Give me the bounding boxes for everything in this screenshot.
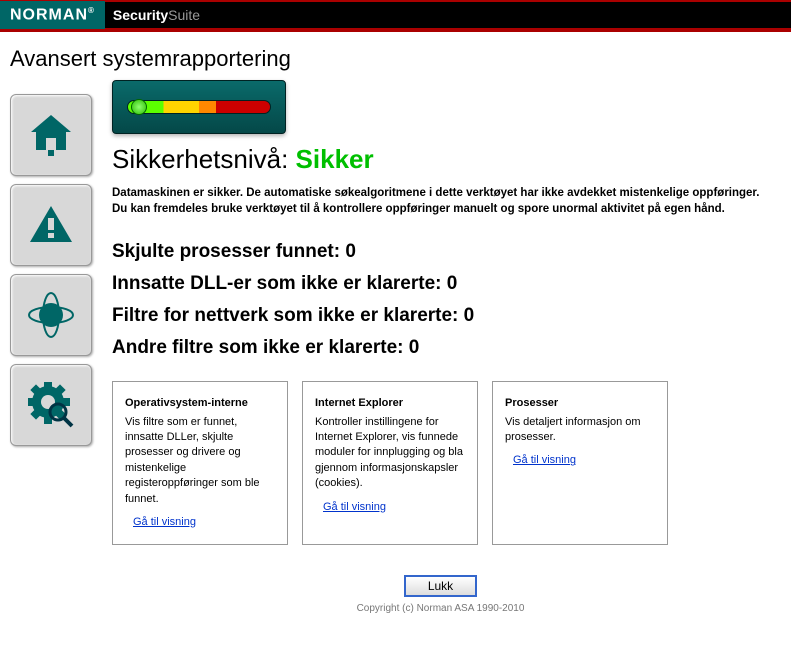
nav-network-button[interactable] <box>10 274 92 356</box>
stat-other-filters: Andre filtre som ikke er klarerte: 0 <box>112 337 769 359</box>
warning-icon <box>26 200 76 250</box>
main-content: Sikkerhetsnivå: Sikker Datamaskinen er s… <box>100 80 781 614</box>
sidebar <box>10 80 100 614</box>
footer: Lukk Copyright (c) Norman ASA 1990-2010 <box>112 575 769 614</box>
cards-row: Operativsystem-interne Vis filtre som er… <box>112 381 769 545</box>
security-level-label: Sikkerhetsnivå: <box>112 144 288 174</box>
stat-hidden-processes: Skjulte prosesser funnet: 0 <box>112 241 769 263</box>
security-level-status: Sikker <box>296 144 374 174</box>
home-icon <box>26 110 76 160</box>
security-description: Datamaskinen er sikker. De automatiske s… <box>112 185 769 217</box>
card-body: Vis detaljert informasjon om prosesser. <box>505 415 655 446</box>
nav-settings-button[interactable] <box>10 364 92 446</box>
card-os-internals: Operativsystem-interne Vis filtre som er… <box>112 381 288 545</box>
stats-list: Skjulte prosesser funnet: 0 Innsatte DLL… <box>112 241 769 359</box>
page-title: Avansert systemrapportering <box>0 32 791 80</box>
copyright-text: Copyright (c) Norman ASA 1990-2010 <box>112 603 769 614</box>
card-link-ie[interactable]: Gå til visning <box>323 500 386 515</box>
card-link-processes[interactable]: Gå til visning <box>513 453 576 468</box>
close-button[interactable]: Lukk <box>404 575 477 597</box>
product-name: SecuritySuite <box>105 7 200 23</box>
stat-untrusted-dlls: Innsatte DLL-er som ikke er klarerte: 0 <box>112 273 769 295</box>
nav-home-button[interactable] <box>10 94 92 176</box>
stat-network-filters: Filtre for nettverk som ikke er klarerte… <box>112 305 769 327</box>
card-body: Vis filtre som er funnet, innsatte DLLer… <box>125 415 275 507</box>
card-body: Kontroller instillingene for Internet Ex… <box>315 415 465 492</box>
card-processes: Prosesser Vis detaljert informasjon om p… <box>492 381 668 545</box>
gear-search-icon <box>26 380 76 430</box>
gauge-marker <box>131 99 147 115</box>
card-title: Internet Explorer <box>315 396 465 411</box>
brand-logo: NORMAN® <box>0 1 105 29</box>
card-link-os[interactable]: Gå til visning <box>133 515 196 530</box>
security-level-title: Sikkerhetsnivå: Sikker <box>112 144 769 175</box>
globe-icon <box>26 290 76 340</box>
card-internet-explorer: Internet Explorer Kontroller instillinge… <box>302 381 478 545</box>
gauge-bar <box>127 100 271 114</box>
nav-alerts-button[interactable] <box>10 184 92 266</box>
security-gauge <box>112 80 286 134</box>
app-header: NORMAN® SecuritySuite <box>0 0 791 32</box>
card-title: Prosesser <box>505 396 655 411</box>
card-title: Operativsystem-interne <box>125 396 275 411</box>
